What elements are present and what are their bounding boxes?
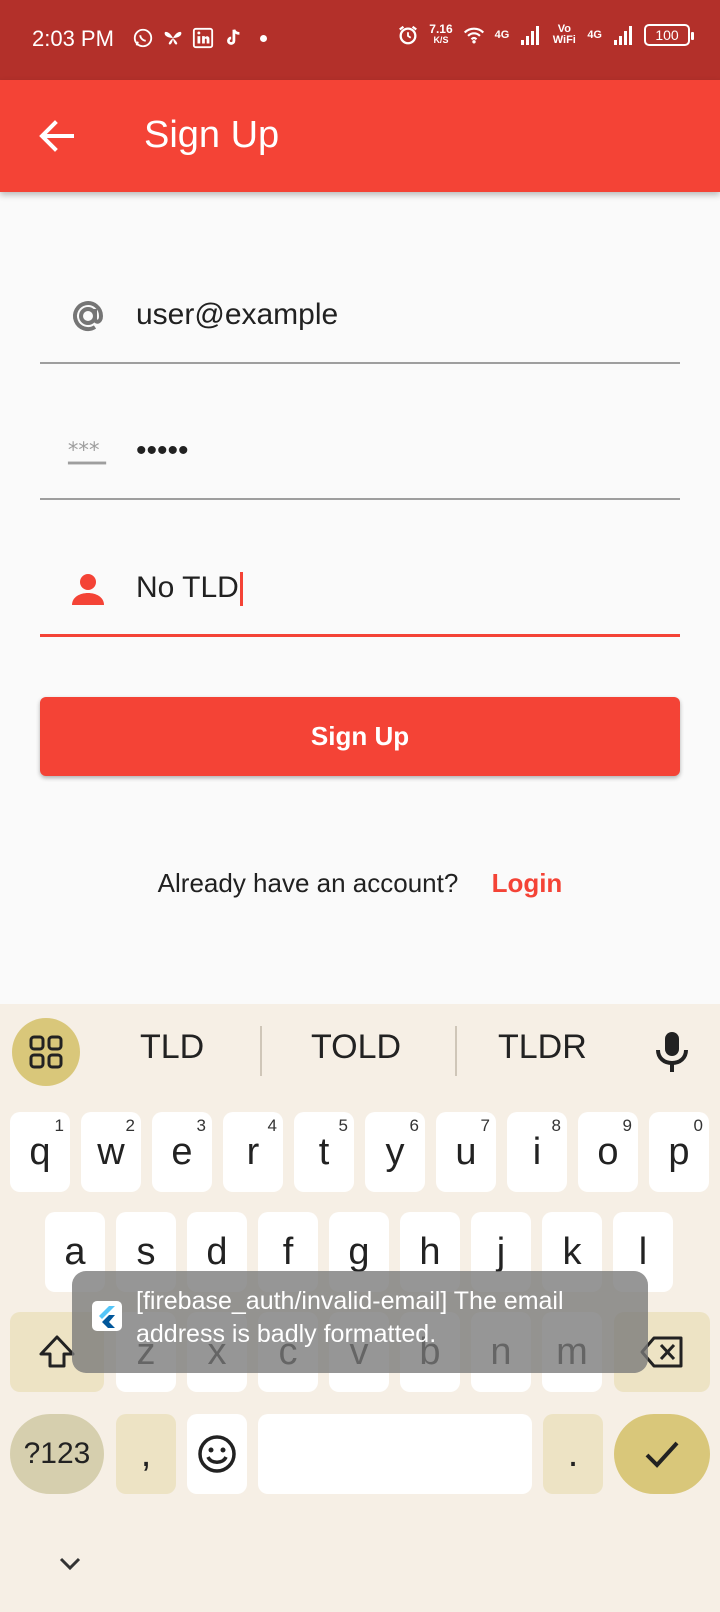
key-w[interactable]: w2 <box>81 1112 141 1192</box>
arrow-left-icon <box>39 120 74 152</box>
speed-value: 7.16 <box>429 22 453 36</box>
at-icon <box>66 294 110 338</box>
emoji-icon <box>198 1435 236 1473</box>
app-bar: Sign Up <box>0 80 720 192</box>
email-value: user@example <box>136 298 339 331</box>
name-value-wrap: No TLD <box>136 571 243 607</box>
login-row: Already have an account? Login <box>0 868 720 899</box>
key-i[interactable]: i8 <box>507 1112 567 1192</box>
name-value: No TLD <box>136 571 239 604</box>
linkedin-icon <box>192 27 214 49</box>
password-field[interactable]: *** ••••• <box>40 408 680 500</box>
svg-text:***: *** <box>68 437 100 462</box>
vowifi-label: Vo WiFi <box>552 23 576 46</box>
emoji-key[interactable] <box>187 1414 247 1494</box>
name-field[interactable]: No TLD <box>40 545 680 637</box>
suggestion-divider <box>260 1026 262 1076</box>
key-y[interactable]: y6 <box>365 1112 425 1192</box>
space-key[interactable] <box>258 1414 532 1494</box>
person-icon <box>66 567 110 611</box>
already-account-text: Already have an account? <box>157 868 459 898</box>
suggestion-3[interactable]: TLDR <box>498 1028 587 1067</box>
grid-icon <box>29 1035 63 1069</box>
system-icons: 7.16 K/S 4G Vo WiFi 4G 100 <box>397 22 694 46</box>
network-type-1: 4G <box>494 29 510 41</box>
shift-icon <box>39 1335 75 1368</box>
chevron-down-icon <box>59 1557 81 1571</box>
password-value: ••••• <box>136 434 189 467</box>
microphone-icon <box>656 1032 688 1072</box>
wifi-icon <box>463 24 485 46</box>
key-u[interactable]: u7 <box>436 1112 496 1192</box>
keyboard-menu-button[interactable] <box>12 1018 80 1086</box>
microphone-button[interactable] <box>652 1030 692 1074</box>
suggestion-divider <box>455 1026 457 1076</box>
whatsapp-icon <box>132 27 154 49</box>
email-field[interactable]: user@example <box>40 272 680 364</box>
key-o[interactable]: o9 <box>578 1112 638 1192</box>
hide-keyboard-button[interactable] <box>56 1552 84 1574</box>
alarm-icon <box>397 24 419 46</box>
network-speed: 7.16 K/S <box>429 22 453 46</box>
suggestion-1[interactable]: TLD <box>140 1028 204 1067</box>
login-link[interactable]: Login <box>492 868 563 898</box>
comma-key[interactable]: , <box>116 1414 176 1494</box>
status-bar: 2:03 PM 7.16 K/S 4G Vo WiFi 4G 100 <box>0 0 720 80</box>
signal-icon-2 <box>612 24 634 46</box>
key-e[interactable]: e3 <box>152 1112 212 1192</box>
toast-message: [firebase_auth/invalid-email] The email … <box>136 1287 564 1348</box>
text-cursor <box>239 572 243 607</box>
suggestion-2[interactable]: TOLD <box>311 1028 401 1067</box>
suggestion-bar: TLD TOLD TLDR <box>0 1004 720 1102</box>
tiktok-icon <box>222 27 244 49</box>
enter-key[interactable] <box>614 1414 710 1494</box>
notification-icons <box>132 27 267 49</box>
key-t[interactable]: t5 <box>294 1112 354 1192</box>
signup-button[interactable]: Sign Up <box>40 697 680 776</box>
signal-icon <box>519 24 541 46</box>
error-toast: [firebase_auth/invalid-email] The email … <box>72 1271 648 1373</box>
battery-indicator: 100 <box>644 24 694 46</box>
key-p[interactable]: p0 <box>649 1112 709 1192</box>
check-icon <box>645 1441 679 1468</box>
status-time: 2:03 PM <box>32 26 114 51</box>
back-button[interactable] <box>36 116 76 156</box>
period-key[interactable]: . <box>543 1414 603 1494</box>
page-title: Sign Up <box>144 114 280 156</box>
flutter-app-icon <box>92 1301 122 1331</box>
network-type-2: 4G <box>587 29 602 41</box>
symbols-key[interactable]: ?123 <box>10 1414 104 1494</box>
speed-unit: K/S <box>433 35 449 45</box>
more-notifications-dot <box>260 34 267 42</box>
butterfly-icon <box>162 27 184 49</box>
password-icon: *** <box>66 430 110 474</box>
key-q[interactable]: q1 <box>10 1112 70 1192</box>
key-r[interactable]: r4 <box>223 1112 283 1192</box>
